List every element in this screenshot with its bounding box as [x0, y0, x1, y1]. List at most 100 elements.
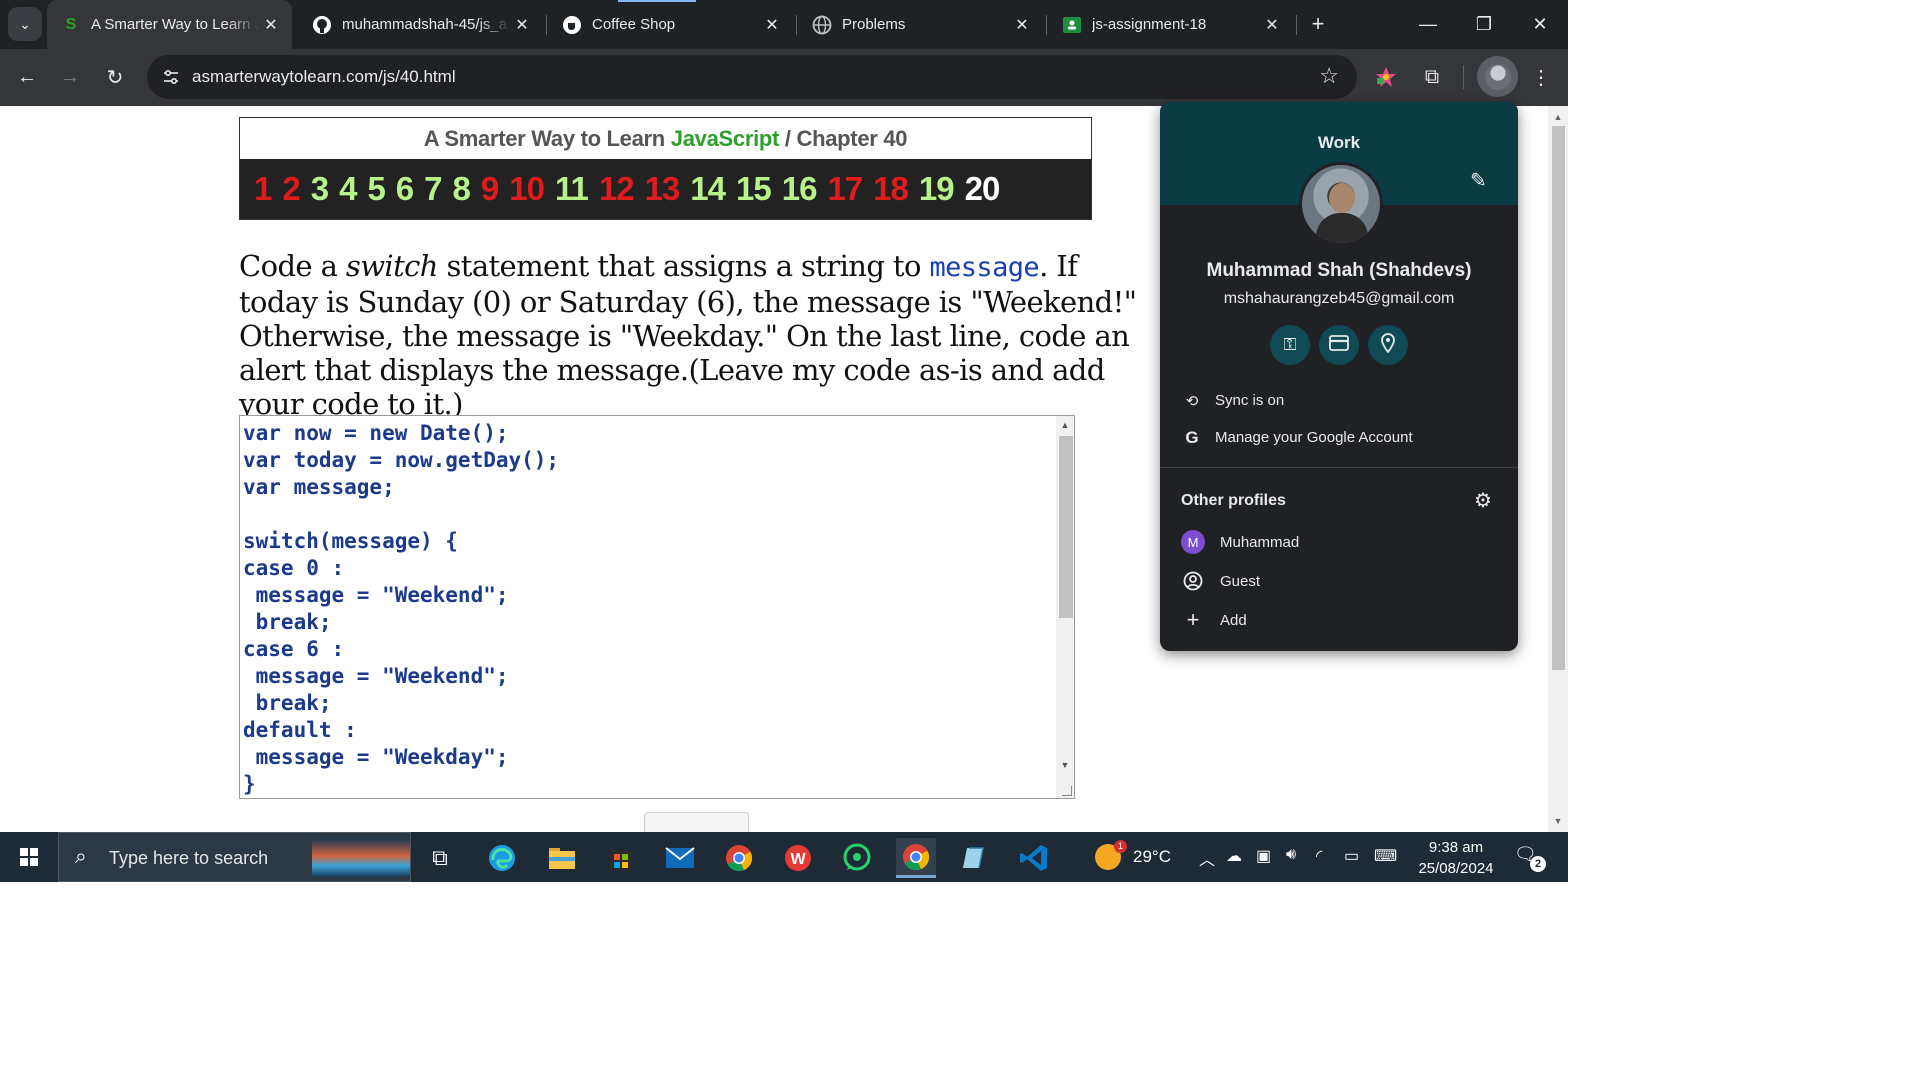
edit-pencil-icon[interactable]: ✎	[1470, 168, 1487, 193]
speaker-icon[interactable]: 🔊︎	[1286, 846, 1296, 864]
chrome-icon[interactable]	[719, 838, 759, 878]
network-card-icon[interactable]: ▣	[1256, 846, 1271, 866]
notepad-icon[interactable]	[955, 838, 995, 878]
restore-button[interactable]: ❐	[1456, 0, 1512, 49]
chevron-up-icon[interactable]: ︿	[1199, 846, 1215, 870]
scrollbar-thumb[interactable]	[1552, 126, 1565, 670]
scrollbar-thumb[interactable]	[1059, 436, 1073, 618]
tab-js-assignment[interactable]: js-assignment-18 ✕	[1048, 0, 1293, 49]
edge-icon[interactable]	[482, 838, 522, 878]
onedrive-icon[interactable]: ☁	[1226, 846, 1242, 866]
reload-button[interactable]: ↻	[97, 59, 133, 95]
battery-icon[interactable]: ▭	[1344, 846, 1359, 866]
profile-initial-badge: M	[1181, 530, 1205, 554]
weather-widget[interactable]: 1 29°C	[1095, 832, 1171, 882]
notification-count: 2	[1530, 856, 1546, 872]
sync-status-row[interactable]: ⟲ Sync is on	[1160, 382, 1518, 419]
site-info-icon[interactable]	[157, 63, 185, 91]
close-icon[interactable]: ✕	[1011, 15, 1033, 35]
task-view-icon[interactable]: ⧉	[420, 838, 460, 878]
chapter-link-6[interactable]: 6	[396, 170, 414, 208]
arrow-right-icon: →	[60, 65, 80, 88]
scroll-down-icon[interactable]: ▼	[1548, 816, 1568, 826]
resize-grip-icon[interactable]	[1062, 786, 1072, 796]
scroll-up-icon[interactable]: ▲	[1548, 112, 1568, 122]
profile-row-guest[interactable]: Guest	[1160, 562, 1518, 600]
chapter-link-7[interactable]: 7	[424, 170, 442, 208]
chapter-link-13[interactable]: 13	[645, 170, 681, 208]
code-text[interactable]: var now = new Date(); var today = now.ge…	[243, 420, 559, 798]
extension-colorful-icon[interactable]	[1370, 61, 1402, 93]
chapter-link-14[interactable]: 14	[690, 170, 726, 208]
new-tab-button[interactable]: +	[1305, 10, 1331, 38]
chapter-link-12[interactable]: 12	[599, 170, 635, 208]
url-text[interactable]: asmarterwaytolearn.com/js/40.html	[192, 67, 456, 87]
tab-coffee-shop[interactable]: Coffee Shop ✕	[548, 0, 793, 49]
gear-icon[interactable]: ⚙	[1474, 488, 1492, 513]
close-window-button[interactable]: ✕	[1512, 0, 1568, 49]
taskbar-clock[interactable]: 9:38 am 25/08/2024	[1410, 837, 1502, 879]
forward-button[interactable]: →	[52, 59, 88, 95]
chapter-link-20[interactable]: 20	[965, 170, 1001, 208]
chapter-link-4[interactable]: 4	[339, 170, 357, 208]
chapter-link-5[interactable]: 5	[367, 170, 385, 208]
minimize-icon: —	[1419, 14, 1437, 34]
chrome-active-icon[interactable]	[896, 838, 936, 878]
minimize-button[interactable]: —	[1400, 0, 1456, 49]
github-icon	[312, 15, 332, 35]
tab-problems[interactable]: Problems ✕	[798, 0, 1043, 49]
manage-account-row[interactable]: G Manage your Google Account	[1160, 419, 1518, 456]
passwords-button[interactable]: ⚿	[1270, 325, 1310, 365]
editor-scrollbar[interactable]: ▲ ▼	[1056, 416, 1074, 798]
chapter-link-3[interactable]: 3	[311, 170, 329, 208]
notifications-button[interactable]: 🗨︎ 2	[1514, 844, 1546, 872]
chapter-link-17[interactable]: 17	[827, 170, 863, 208]
whatsapp-icon[interactable]	[837, 838, 877, 878]
vscode-icon[interactable]	[1014, 838, 1054, 878]
taskbar-search[interactable]: ⌕ Type here to search	[58, 832, 411, 882]
chapter-link-1[interactable]: 1	[254, 170, 272, 208]
profile-row-label: Muhammad	[1220, 533, 1300, 551]
chapter-link-10[interactable]: 10	[509, 170, 545, 208]
profile-button[interactable]	[1477, 56, 1518, 97]
start-button[interactable]	[0, 832, 58, 882]
add-profile-row[interactable]: + Add	[1160, 601, 1518, 639]
chapter-link-15[interactable]: 15	[736, 170, 772, 208]
scroll-up-icon[interactable]: ▲	[1056, 420, 1074, 430]
page-scrollbar[interactable]: ▲ ▼	[1548, 106, 1568, 832]
close-icon[interactable]: ✕	[1261, 15, 1283, 35]
tab-github[interactable]: muhammadshah-45/js_a ✕	[298, 0, 543, 49]
address-bar[interactable]: asmarterwaytolearn.com/js/40.html ☆	[147, 55, 1357, 99]
profile-row-muhammad[interactable]: M Muhammad	[1160, 523, 1518, 561]
close-icon[interactable]: ✕	[761, 15, 783, 35]
run-button[interactable]	[644, 812, 749, 832]
wps-office-icon[interactable]: W	[778, 838, 818, 878]
profile-email: mshahaurangzeb45@gmail.com	[1223, 290, 1455, 307]
mail-icon[interactable]	[660, 838, 700, 878]
payment-methods-button[interactable]	[1319, 325, 1359, 365]
chapter-link-18[interactable]: 18	[873, 170, 909, 208]
keyboard-icon[interactable]: ⌨	[1374, 846, 1397, 866]
extensions-puzzle-icon[interactable]: ⧉	[1416, 61, 1448, 93]
profile-row-label: Add	[1220, 611, 1247, 629]
back-button[interactable]: ←	[9, 59, 45, 95]
search-placeholder[interactable]: Type here to search	[109, 848, 268, 869]
tab-smarter-way[interactable]: S A Smarter Way to Learn J ✕	[47, 0, 292, 49]
chapter-link-19[interactable]: 19	[919, 170, 955, 208]
close-icon[interactable]: ✕	[260, 15, 282, 35]
chapter-link-16[interactable]: 16	[782, 170, 818, 208]
code-editor[interactable]: var now = new Date(); var today = now.ge…	[239, 415, 1075, 799]
file-explorer-icon[interactable]	[542, 838, 582, 878]
kebab-menu-icon[interactable]: ⋮	[1525, 61, 1557, 93]
scroll-down-icon[interactable]: ▼	[1056, 760, 1074, 770]
chapter-link-2[interactable]: 2	[282, 170, 300, 208]
microsoft-store-icon[interactable]	[601, 838, 641, 878]
chapter-link-11[interactable]: 11	[555, 170, 589, 208]
chapter-link-8[interactable]: 8	[453, 170, 471, 208]
bookmark-star-icon[interactable]: ☆	[1319, 63, 1339, 89]
chapter-link-9[interactable]: 9	[481, 170, 499, 208]
tab-search-button[interactable]: ⌄	[8, 7, 42, 41]
addresses-button[interactable]	[1368, 325, 1408, 365]
wifi-icon[interactable]: ◜	[1316, 846, 1322, 866]
close-icon[interactable]: ✕	[511, 15, 533, 35]
